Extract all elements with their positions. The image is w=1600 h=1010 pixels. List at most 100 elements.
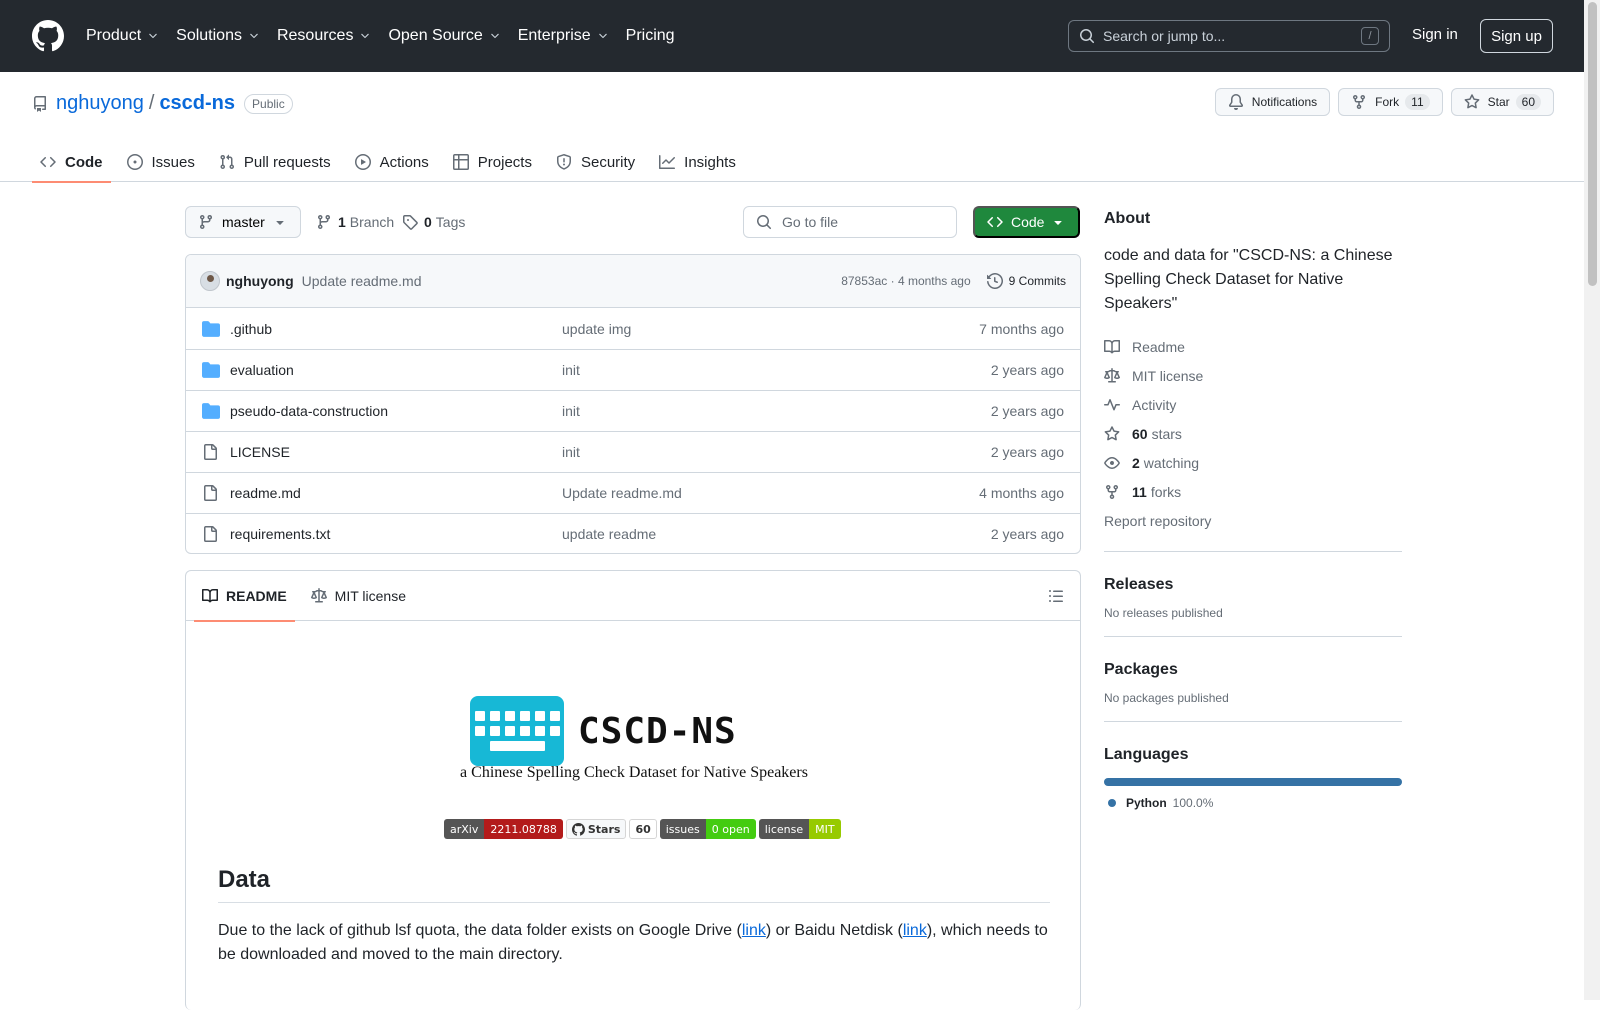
triangle-down-icon: [1054, 221, 1062, 225]
sidebar-link-activity[interactable]: Activity: [1104, 390, 1402, 419]
google-drive-link[interactable]: link: [742, 922, 766, 939]
file-icon: [204, 444, 217, 460]
code-dropdown-button[interactable]: Code: [973, 206, 1080, 238]
fork-button[interactable]: Fork 11: [1338, 88, 1443, 116]
tag-count: 0: [424, 214, 432, 230]
file-commit-message-link[interactable]: update img: [562, 321, 979, 337]
table-row[interactable]: pseudo-data-construction init 2 years ago: [186, 390, 1080, 431]
sidebar-link-count: 2: [1132, 454, 1140, 471]
language-python[interactable]: Python 100.0%: [1104, 796, 1402, 810]
arxiv-badge-label: arXiv: [444, 819, 485, 839]
global-header: Product Solutions Resources Open Source Ente…: [0, 0, 1584, 72]
scrollbar-thumb[interactable]: [1588, 2, 1597, 286]
nav-label: Open Source: [388, 27, 483, 44]
github-logo-icon[interactable]: [32, 20, 64, 52]
nav-resources[interactable]: Resources: [277, 27, 371, 45]
file-commit-message-link[interactable]: Update readme.md: [562, 485, 979, 501]
file-name-link[interactable]: LICENSE: [230, 444, 562, 460]
table-row[interactable]: .github update img 7 months ago: [186, 308, 1080, 349]
star-button[interactable]: Star 60: [1450, 88, 1554, 116]
global-search-input[interactable]: Search or jump to... /: [1068, 20, 1390, 52]
tab-issues[interactable]: Issues: [119, 142, 203, 182]
pull-request-icon: [220, 154, 234, 170]
repo-name-link[interactable]: cscd-ns: [159, 92, 235, 115]
file-type-icon: [202, 402, 220, 420]
repo-tabs: Code Issues Pull requests Actions Projects Se…: [32, 142, 752, 183]
tab-security[interactable]: Security: [548, 142, 643, 182]
sidebar-link-mit-license[interactable]: MIT license: [1104, 361, 1402, 390]
sidebar-link-stars[interactable]: 60 stars: [1104, 419, 1402, 448]
folder-icon: [202, 320, 220, 337]
nav-pricing[interactable]: Pricing: [626, 27, 675, 45]
tab-actions[interactable]: Actions: [347, 142, 437, 182]
repo-owner-link[interactable]: nghuyong: [56, 92, 144, 115]
github-mark-icon: [571, 822, 585, 836]
history-icon: [986, 273, 1003, 289]
nav-enterprise[interactable]: Enterprise: [518, 27, 609, 45]
go-to-file-input[interactable]: Go to file: [743, 206, 957, 238]
sidebar-link-forks[interactable]: 11 forks: [1104, 477, 1402, 506]
nav-solutions[interactable]: Solutions: [176, 27, 260, 45]
report-repository-link[interactable]: Report repository: [1104, 506, 1402, 535]
file-commit-message-link[interactable]: init: [562, 362, 991, 378]
search-icon: [1080, 29, 1095, 44]
table-row[interactable]: evaluation init 2 years ago: [186, 349, 1080, 390]
baidu-netdisk-link[interactable]: link: [903, 922, 927, 939]
commit-time: 4 months ago: [897, 274, 971, 288]
nav-product[interactable]: Product: [86, 27, 159, 45]
readme-paragraph: Due to the lack of github lsf quota, the…: [218, 919, 1050, 967]
tab-code[interactable]: Code: [32, 142, 111, 183]
arxiv-badge[interactable]: arXiv 2211.08788: [444, 819, 563, 839]
table-row[interactable]: requirements.txt update readme 2 years ago: [186, 513, 1080, 553]
file-type-icon: [202, 526, 220, 542]
branch-selector-button[interactable]: master: [185, 206, 301, 238]
tab-projects[interactable]: Projects: [445, 142, 540, 182]
sidebar-link-readme[interactable]: Readme: [1104, 332, 1402, 361]
avatar[interactable]: [200, 271, 220, 291]
tab-readme[interactable]: README: [194, 571, 295, 622]
file-name-link[interactable]: requirements.txt: [230, 526, 562, 542]
tab-insights[interactable]: Insights: [651, 142, 744, 182]
commit-author-link[interactable]: nghuyong: [226, 273, 294, 289]
table-of-contents-icon[interactable]: [1048, 588, 1064, 604]
commit-meta-separator: ·: [890, 274, 895, 288]
sidebar-link-count: 60: [1132, 425, 1148, 442]
languages-title: Languages: [1104, 746, 1189, 763]
sign-in-link[interactable]: Sign in: [1412, 26, 1458, 43]
file-name-link[interactable]: pseudo-data-construction: [230, 403, 562, 419]
latest-commit-bar: nghuyong Update readme.md 87853ac · 4 mo…: [186, 255, 1080, 308]
file-commit-message-link[interactable]: init: [562, 444, 991, 460]
tab-license[interactable]: MIT license: [303, 571, 414, 621]
commit-message-link[interactable]: Update readme.md: [302, 273, 422, 289]
file-commit-message-link[interactable]: init: [562, 403, 991, 419]
triangle-down-icon: [276, 221, 284, 225]
packages-title[interactable]: Packages: [1104, 661, 1402, 679]
branches-link[interactable]: 1 Branch: [316, 214, 394, 230]
table-row[interactable]: readme.md Update readme.md 4 months ago: [186, 472, 1080, 513]
releases-title[interactable]: Releases: [1104, 576, 1402, 594]
tags-link[interactable]: 0 Tags: [402, 214, 465, 230]
nav-label: Resources: [276, 27, 354, 44]
file-name-link[interactable]: readme.md: [230, 485, 562, 501]
file-name-link[interactable]: .github: [230, 321, 562, 337]
license-badge[interactable]: license MIT: [758, 819, 841, 839]
file-commit-message-link[interactable]: update readme: [562, 526, 991, 542]
sidebar-link-watching[interactable]: 2 watching: [1104, 448, 1402, 477]
table-icon: [452, 154, 469, 170]
nav-open-source[interactable]: Open Source: [388, 27, 500, 45]
github-stars-badge[interactable]: Stars 60: [565, 819, 657, 839]
chevron-down-icon: [149, 33, 157, 39]
commit-hash-link[interactable]: 87853ac: [841, 274, 887, 288]
sidebar-link-label: forks: [1150, 483, 1182, 500]
commits-history-link[interactable]: 9 Commits: [986, 273, 1066, 289]
sign-up-button[interactable]: Sign up: [1480, 19, 1553, 53]
tab-pull-requests[interactable]: Pull requests: [211, 142, 339, 182]
notifications-button[interactable]: Notifications: [1214, 88, 1331, 116]
file-type-icon: [202, 361, 220, 379]
file-name-link[interactable]: evaluation: [230, 362, 562, 378]
commit-meta: 87853ac · 4 months ago 9 Commits: [841, 273, 1066, 289]
packages-section: Packages No packages published: [1104, 636, 1402, 705]
language-color-dot: [1108, 799, 1116, 807]
table-row[interactable]: LICENSE init 2 years ago: [186, 431, 1080, 472]
issues-badge[interactable]: issues 0 open: [659, 819, 756, 839]
